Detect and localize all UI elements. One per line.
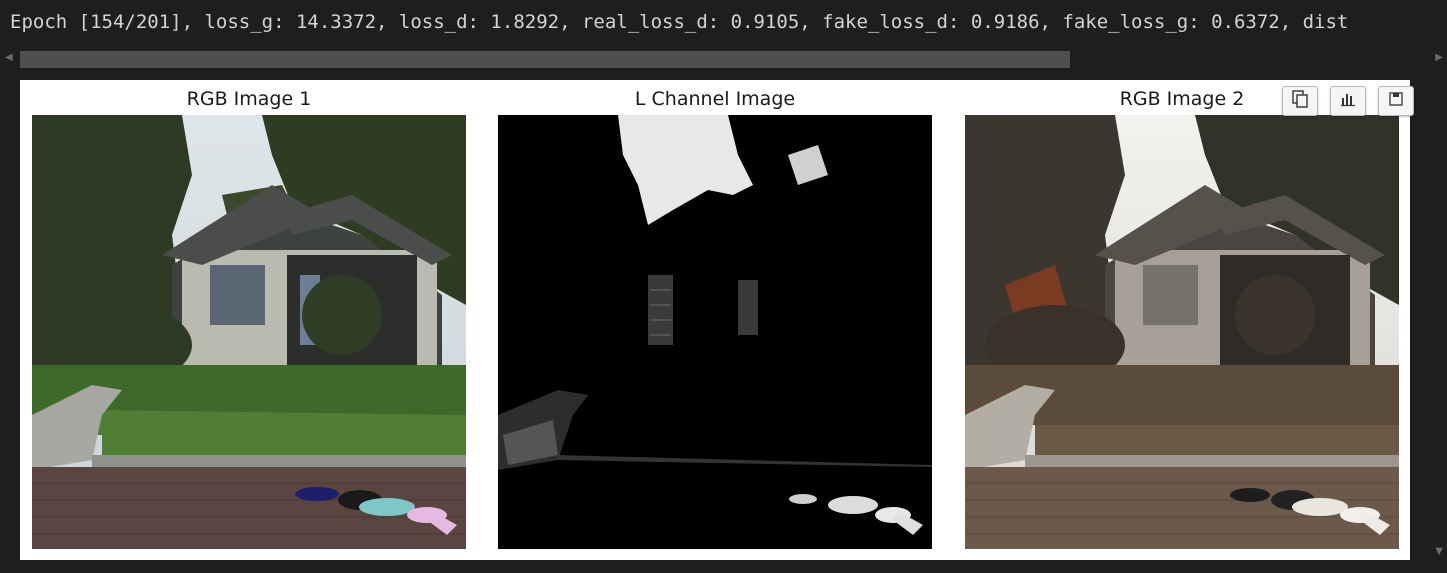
rgb-image-2 <box>965 115 1399 549</box>
copy-button[interactable] <box>1282 86 1318 116</box>
scroll-right-arrow-icon[interactable]: ▶ <box>1435 52 1443 63</box>
chart-button[interactable] <box>1330 86 1366 116</box>
training-log-line: Epoch [154/201], loss_g: 14.3372, loss_d… <box>10 11 1349 33</box>
horizontal-scrollbar[interactable]: ◀ ▶ <box>0 48 1447 70</box>
l-channel-image <box>498 115 932 549</box>
save-button[interactable] <box>1378 86 1414 116</box>
rgb-image-1 <box>32 115 466 549</box>
figure-toolbar <box>1282 86 1414 116</box>
panel-title-l-channel-image: L Channel Image <box>634 88 796 110</box>
chart-icon <box>1340 91 1356 112</box>
copy-icon <box>1292 89 1308 113</box>
scroll-left-arrow-icon[interactable]: ◀ <box>5 52 13 63</box>
save-icon <box>1389 91 1403 111</box>
output-figure: RGB Image 1 L Channel Image RGB Image 2 <box>20 80 1414 560</box>
scrollbar-thumb[interactable] <box>20 51 1070 68</box>
panel-title-rgb-image-1: RGB Image 1 <box>186 88 312 110</box>
scroll-down-arrow-icon[interactable]: ▼ <box>1435 546 1443 557</box>
